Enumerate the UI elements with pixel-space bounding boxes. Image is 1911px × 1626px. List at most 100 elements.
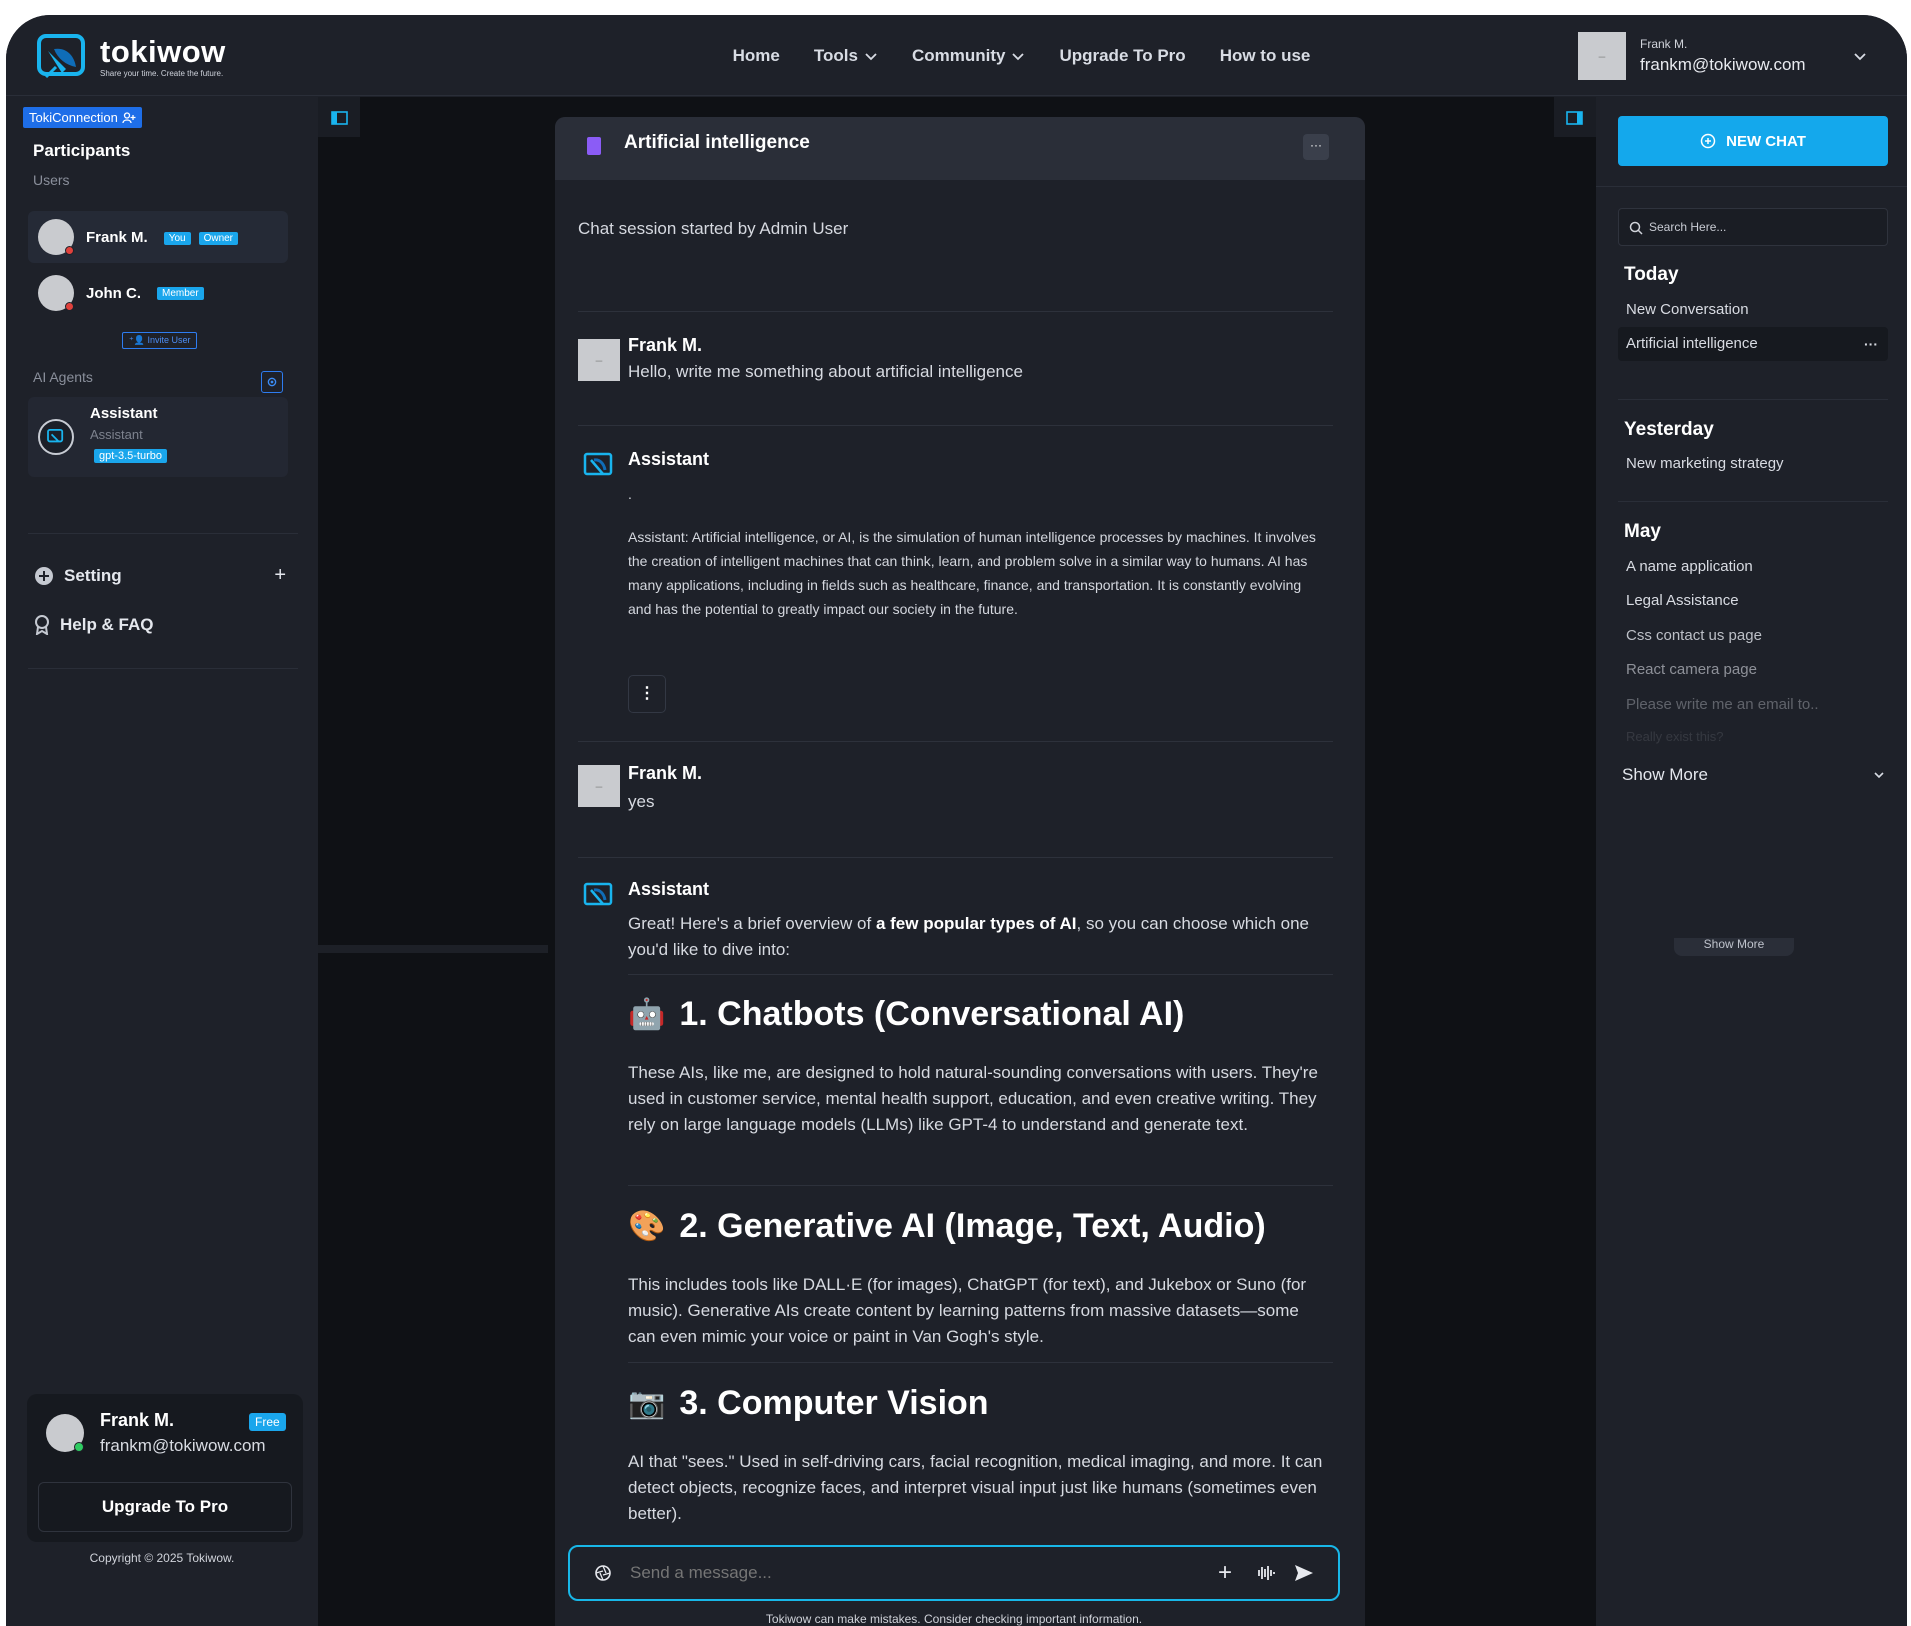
- divider: [578, 311, 1333, 312]
- avatar: –: [1578, 32, 1626, 80]
- expand-plus-icon[interactable]: +: [274, 564, 286, 587]
- toggle-right-panel[interactable]: [1554, 97, 1596, 137]
- history-item[interactable]: React camera page: [1626, 661, 1757, 678]
- intro-text-bold: a few popular types of AI: [875, 914, 1077, 933]
- chevron-down-icon[interactable]: [1873, 769, 1885, 781]
- menu-setting[interactable]: Setting +: [34, 564, 286, 587]
- divider: [578, 425, 1333, 426]
- history-item[interactable]: Css contact us page: [1626, 627, 1762, 644]
- status-dot: [65, 246, 74, 255]
- divider: [628, 974, 1333, 975]
- history-item[interactable]: Legal Assistance: [1626, 592, 1739, 609]
- add-user-icon: [122, 111, 136, 123]
- account-menu[interactable]: – Frank M. frankm@tokiwow.com: [1578, 32, 1806, 80]
- participant-row[interactable]: John C. Member: [28, 267, 288, 319]
- chevron-down-icon: [1012, 52, 1025, 60]
- ghost-show-more: Show More: [1674, 938, 1794, 956]
- agent-model-badge: gpt-3.5-turbo: [94, 449, 167, 463]
- app-window: tokiwow Share your time. Create the futu…: [6, 15, 1907, 1626]
- divider: [28, 533, 298, 534]
- section-heading: 🤖 1. Chatbots (Conversational AI): [628, 995, 1184, 1034]
- user-card: Frank M. frankm@tokiwow.com Free Upgrade…: [27, 1394, 303, 1542]
- invite-label: Invite User: [147, 335, 191, 345]
- chevron-down-icon[interactable]: [1853, 49, 1867, 63]
- menu-help[interactable]: Help & FAQ: [34, 615, 154, 635]
- history-item[interactable]: Really exist this?: [1626, 729, 1724, 744]
- message-text: yes: [628, 792, 655, 811]
- history-item[interactable]: Please write me an email to..: [1626, 696, 1819, 713]
- history-group-today: Today: [1624, 264, 1679, 285]
- history-group-may: May: [1624, 521, 1661, 542]
- nav-how-to-use-label: How to use: [1219, 45, 1311, 65]
- history-item-label: Artificial intelligence: [1626, 335, 1758, 352]
- agent-name: Assistant: [90, 405, 158, 422]
- nav-community[interactable]: Community: [912, 46, 1026, 66]
- account-email: frankm@tokiwow.com: [1640, 55, 1806, 74]
- avatar: –: [578, 339, 620, 381]
- invite-user-button[interactable]: ⁺👤 Invite User: [122, 332, 198, 349]
- toki-connection-label: TokiConnection: [29, 110, 118, 125]
- nav-tools[interactable]: Tools: [814, 46, 878, 66]
- avatar: [46, 1414, 84, 1452]
- history-more-button[interactable]: ···: [1864, 327, 1878, 361]
- decorative-bar: [318, 945, 548, 953]
- message-text: Hello, write me something about artifici…: [628, 362, 1023, 381]
- history-item[interactable]: New marketing strategy: [1626, 455, 1784, 472]
- system-note: Chat session started by Admin User: [578, 219, 849, 238]
- section-heading: 📷 3. Computer Vision: [628, 1384, 989, 1423]
- search-input[interactable]: [1649, 217, 1869, 237]
- sidebar-left-icon: [331, 111, 348, 125]
- divider: [28, 668, 298, 669]
- message-options-button[interactable]: ⋮: [628, 675, 666, 713]
- gear-icon[interactable]: [261, 371, 283, 393]
- robot-emoji-icon: 🤖: [628, 998, 666, 1031]
- section-heading-text: 1. Chatbots (Conversational AI): [679, 995, 1185, 1033]
- agent-card[interactable]: Assistant Assistant gpt-3.5-turbo: [28, 397, 288, 477]
- search-box: [1618, 208, 1888, 246]
- agent-role: Assistant: [90, 427, 143, 442]
- divider: [1618, 501, 1888, 502]
- avatar: [38, 219, 74, 255]
- history-item[interactable]: A name application: [1626, 558, 1753, 575]
- menu-setting-label: Setting: [64, 565, 122, 585]
- history-item-active[interactable]: Artificial intelligence ···: [1618, 327, 1888, 361]
- voice-wave-icon[interactable]: [1254, 1564, 1276, 1582]
- participant-name: John C.: [86, 284, 141, 302]
- divider: [1618, 399, 1888, 400]
- participant-name: Frank M.: [86, 228, 148, 246]
- online-dot: [74, 1442, 84, 1452]
- send-icon[interactable]: [1294, 1564, 1314, 1582]
- chat-more-button[interactable]: ···: [1303, 134, 1329, 160]
- toki-connection-badge[interactable]: TokiConnection: [23, 107, 142, 128]
- show-more-button[interactable]: Show More: [1622, 765, 1708, 785]
- message-text: Assistant: Artificial intelligence, or A…: [628, 529, 1316, 617]
- sidebar-right-icon: [1566, 111, 1583, 125]
- ai-agents-label: AI Agents: [33, 369, 93, 385]
- menu-help-label: Help & FAQ: [60, 615, 154, 634]
- participant-row[interactable]: Frank M. You Owner: [28, 211, 288, 263]
- divider: [578, 857, 1333, 858]
- toggle-left-panel[interactable]: [318, 97, 360, 137]
- right-sidebar: NEW CHAT Today New Conversation Artifici…: [1596, 97, 1907, 1626]
- aperture-icon[interactable]: [594, 1564, 612, 1582]
- section-body: These AIs, like me, are designed to hold…: [628, 1063, 1318, 1134]
- new-chat-button[interactable]: NEW CHAT: [1618, 116, 1888, 166]
- divider: [628, 1185, 1333, 1186]
- nav-home-label: Home: [732, 45, 780, 65]
- document-icon: [587, 137, 601, 155]
- upgrade-button[interactable]: Upgrade To Pro: [38, 1482, 292, 1532]
- attach-plus-button[interactable]: +: [1218, 1559, 1232, 1587]
- divider: [578, 741, 1333, 742]
- left-sidebar: TokiConnection Participants Users Frank …: [6, 97, 318, 1626]
- nav-upgrade[interactable]: Upgrade To Pro: [1059, 46, 1185, 66]
- message-author: Frank M.: [628, 335, 703, 355]
- user-card-email: frankm@tokiwow.com: [100, 1436, 266, 1455]
- message-author: Assistant: [628, 879, 710, 899]
- chat-panel: Artificial intelligence ··· Chat session…: [555, 117, 1365, 1626]
- status-dot: [65, 302, 74, 311]
- nav-home[interactable]: Home: [733, 46, 780, 66]
- account-name: Frank M.: [1640, 37, 1688, 51]
- nav-how-to-use[interactable]: How to use: [1220, 46, 1311, 66]
- history-item[interactable]: New Conversation: [1626, 301, 1749, 318]
- message-input[interactable]: [630, 1563, 1190, 1583]
